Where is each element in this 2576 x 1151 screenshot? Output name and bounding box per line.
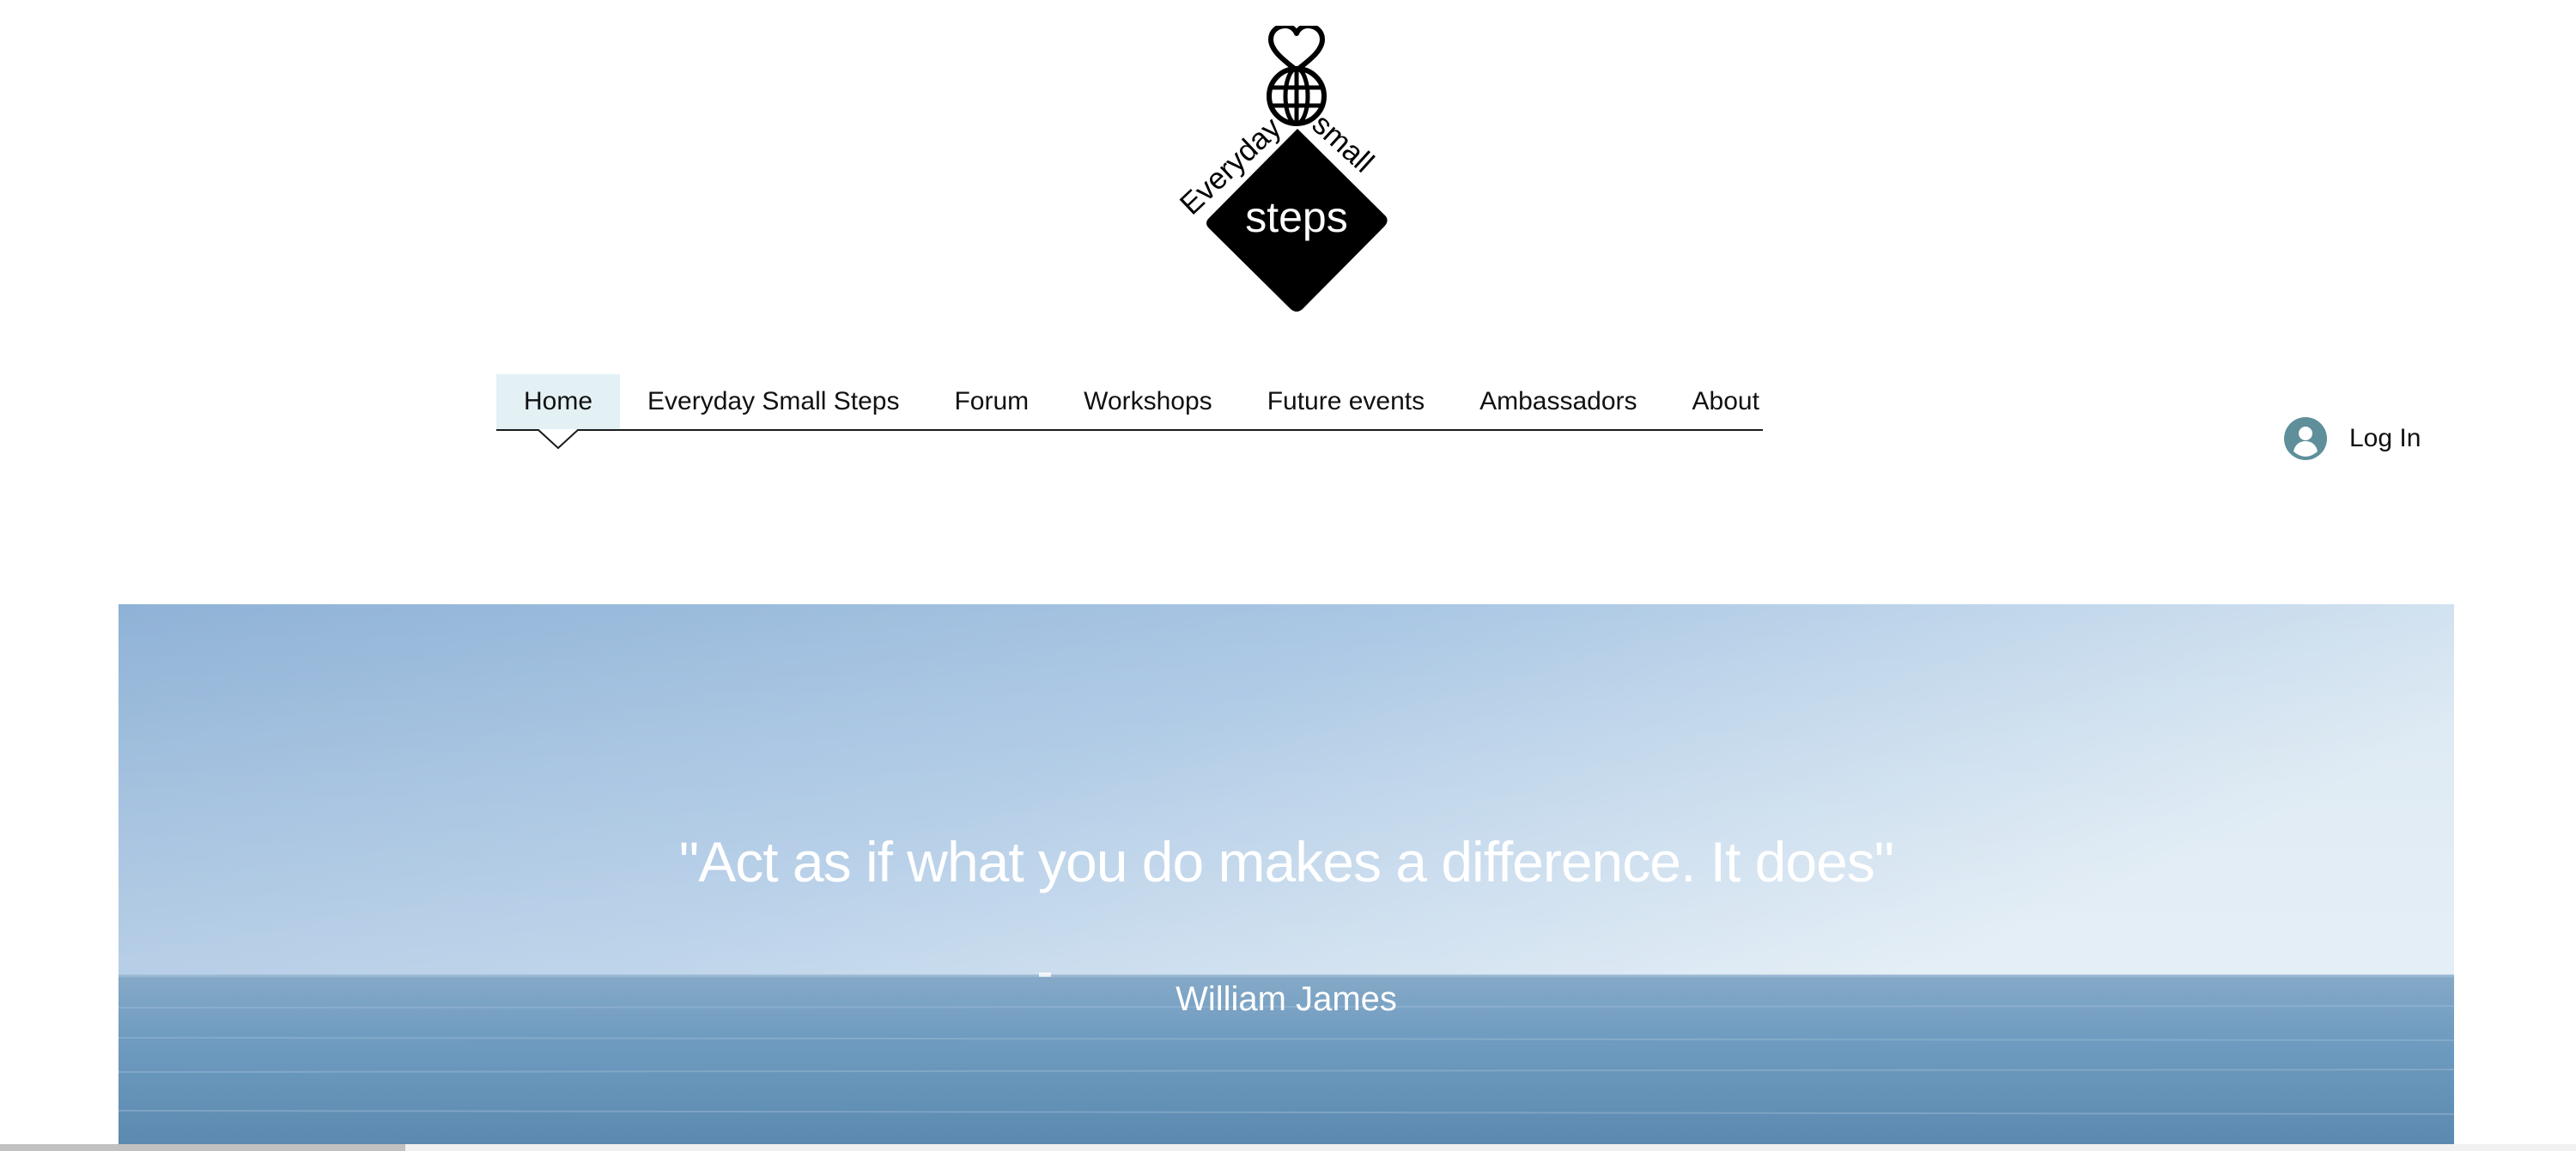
- hero-author: William James: [1176, 980, 1397, 1018]
- logo-word-steps: steps: [1245, 193, 1348, 241]
- nav-item-label: Home: [524, 387, 593, 415]
- hero-quote: "Act as if what you do makes a differenc…: [678, 830, 1894, 894]
- nav-item-ambassadors[interactable]: Ambassadors: [1452, 374, 1664, 429]
- nav-item-forum[interactable]: Forum: [927, 374, 1056, 429]
- boat-shape: [1039, 972, 1051, 977]
- nav-item-workshops[interactable]: Workshops: [1056, 374, 1240, 429]
- login-button[interactable]: Log In: [2284, 413, 2421, 464]
- nav-item-about[interactable]: About: [1665, 374, 1787, 429]
- user-avatar-icon: [2284, 417, 2327, 460]
- nav-item-future-events[interactable]: Future events: [1240, 374, 1452, 429]
- horizontal-scrollbar[interactable]: [0, 1144, 2576, 1151]
- page: Everyday small steps Home Everyday Small…: [0, 0, 2576, 1151]
- nav-item-everyday-small-steps[interactable]: Everyday Small Steps: [620, 374, 927, 429]
- nav-item-label: Future events: [1267, 387, 1425, 415]
- horizontal-scrollbar-thumb[interactable]: [0, 1144, 405, 1151]
- nav-item-label: Everyday Small Steps: [647, 387, 900, 415]
- hero-banner: "Act as if what you do makes a differenc…: [118, 604, 2454, 1151]
- nav-item-label: About: [1692, 387, 1759, 415]
- nav-item-label: Workshops: [1084, 387, 1212, 415]
- nav-item-label: Ambassadors: [1479, 387, 1637, 415]
- login-label: Log In: [2349, 424, 2421, 452]
- nav-item-label: Forum: [954, 387, 1030, 415]
- main-nav: Home Everyday Small Steps Forum Workshop…: [496, 374, 1763, 450]
- active-pointer-icon: [538, 429, 580, 450]
- site-logo[interactable]: Everyday small steps: [1159, 26, 1434, 322]
- heart-globe-icon: Everyday small steps: [1174, 26, 1388, 312]
- nav-item-home[interactable]: Home: [496, 374, 621, 450]
